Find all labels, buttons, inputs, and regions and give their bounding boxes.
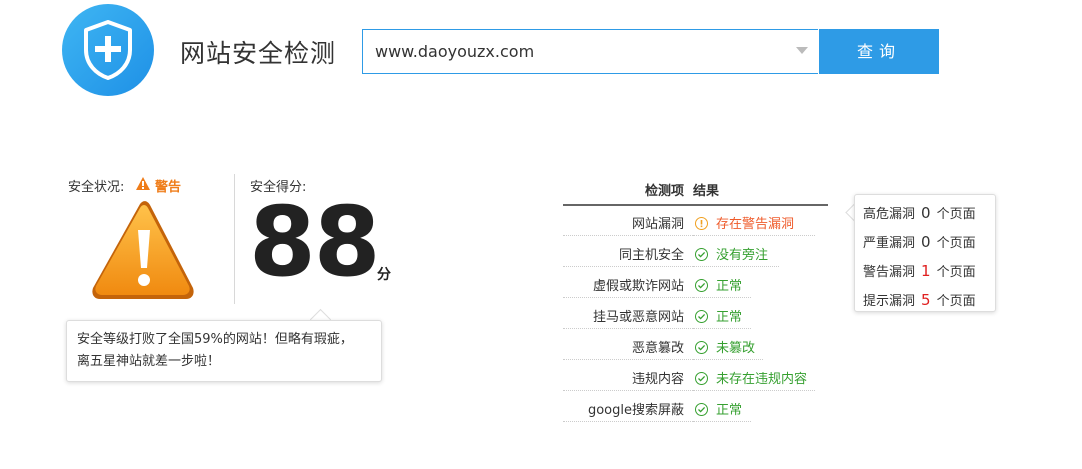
score-value: 88 xyxy=(249,186,381,298)
site-logo xyxy=(62,4,154,96)
vuln-count: 0 xyxy=(921,233,931,251)
alert-circle-icon xyxy=(695,217,708,230)
score-unit: 分 xyxy=(377,267,391,283)
score-note: 安全等级打败了全国59%的网站！但略有瑕疵， 离五星神站就差一步啦！ xyxy=(66,320,382,382)
vuln-summary: 高危漏洞 0 个页面 严重漏洞 0 个页面 警告漏洞 1 个页面 提示漏洞 5 个页面 xyxy=(854,194,996,312)
check-circle-icon xyxy=(695,248,708,261)
check-circle-icon xyxy=(695,279,708,292)
vuln-unit: 个页面 xyxy=(936,265,976,280)
score-note-line: 离五星神站就差一步啦！ xyxy=(77,354,221,369)
row-divider xyxy=(563,297,693,298)
search-button[interactable]: 查询 xyxy=(819,29,939,74)
table-header-divider xyxy=(563,204,828,206)
vuln-unit: 个页面 xyxy=(936,236,976,251)
safety-status-label: 安全状况: xyxy=(68,180,125,195)
vuln-unit: 个页面 xyxy=(936,207,976,222)
vuln-label: 高危漏洞 xyxy=(863,207,916,222)
table-row-item: 恶意篡改 xyxy=(631,341,684,356)
vuln-row: 警告漏洞 1 个页面 xyxy=(863,261,976,280)
vuln-row: 严重漏洞 0 个页面 xyxy=(863,232,976,251)
row-divider xyxy=(693,421,751,422)
score-note-line: 安全等级打败了全国59%的网站！但略有瑕疵， xyxy=(77,332,353,347)
check-circle-icon xyxy=(695,403,708,416)
row-divider xyxy=(563,421,693,422)
row-divider xyxy=(693,328,751,329)
result-text: 没有旁注 xyxy=(716,248,769,263)
result-text: 未存在违规内容 xyxy=(716,372,808,387)
table-row-item: 网站漏洞 xyxy=(631,217,684,232)
vuln-row: 高危漏洞 0 个页面 xyxy=(863,203,976,222)
row-divider xyxy=(563,390,693,391)
vuln-label: 严重漏洞 xyxy=(863,236,916,251)
result-text: 未篡改 xyxy=(716,341,756,356)
column-header-result: 结果 xyxy=(693,184,720,199)
check-circle-icon xyxy=(695,310,708,323)
warning-triangle-icon xyxy=(92,201,194,299)
result-text: 正常 xyxy=(716,279,743,294)
status-badge: 警告 xyxy=(155,180,182,195)
row-divider xyxy=(563,266,693,267)
row-divider xyxy=(693,297,751,298)
vuln-row: 提示漏洞 5 个页面 xyxy=(863,290,976,309)
row-divider xyxy=(693,266,779,267)
search-input[interactable] xyxy=(363,30,807,73)
dropdown-arrow-icon[interactable] xyxy=(796,47,808,54)
table-row-result: 没有旁注 xyxy=(695,244,768,263)
result-text: 正常 xyxy=(716,310,743,325)
shield-plus-icon xyxy=(84,20,132,80)
table-row-result: 未篡改 xyxy=(695,337,755,356)
vuln-count: 1 xyxy=(921,262,931,280)
table-row-item: 虚假或欺诈网站 xyxy=(592,279,684,294)
search-box[interactable] xyxy=(362,29,818,74)
divider xyxy=(234,174,235,304)
vuln-label: 警告漏洞 xyxy=(863,265,916,280)
page-title: 网站安全检测 xyxy=(180,39,337,68)
warning-small-icon xyxy=(136,177,150,190)
table-row-item: 违规内容 xyxy=(631,372,684,387)
vuln-count: 5 xyxy=(921,291,931,309)
check-circle-icon xyxy=(695,372,708,385)
vuln-label: 提示漏洞 xyxy=(863,294,916,309)
column-header-item: 检测项 xyxy=(644,184,684,199)
table-row-item: 同主机安全 xyxy=(618,248,684,263)
row-divider xyxy=(563,235,693,236)
vuln-count: 0 xyxy=(921,204,931,222)
result-text: 正常 xyxy=(716,403,743,418)
table-row-item: 挂马或恶意网站 xyxy=(592,310,684,325)
vuln-unit: 个页面 xyxy=(936,294,976,309)
row-divider xyxy=(693,390,815,391)
table-row-result: 正常 xyxy=(695,306,742,325)
table-row-result: 正常 xyxy=(695,399,742,418)
check-circle-icon xyxy=(695,341,708,354)
result-text: 存在警告漏洞 xyxy=(716,217,795,232)
row-divider xyxy=(563,328,693,329)
row-divider xyxy=(693,359,763,360)
table-row-item: google搜索屏蔽 xyxy=(587,403,684,418)
table-row-result: 正常 xyxy=(695,275,742,294)
row-divider xyxy=(563,359,693,360)
table-row-result[interactable]: 存在警告漏洞 xyxy=(695,213,794,232)
row-divider xyxy=(693,235,815,236)
table-row-result: 未存在违规内容 xyxy=(695,368,807,387)
